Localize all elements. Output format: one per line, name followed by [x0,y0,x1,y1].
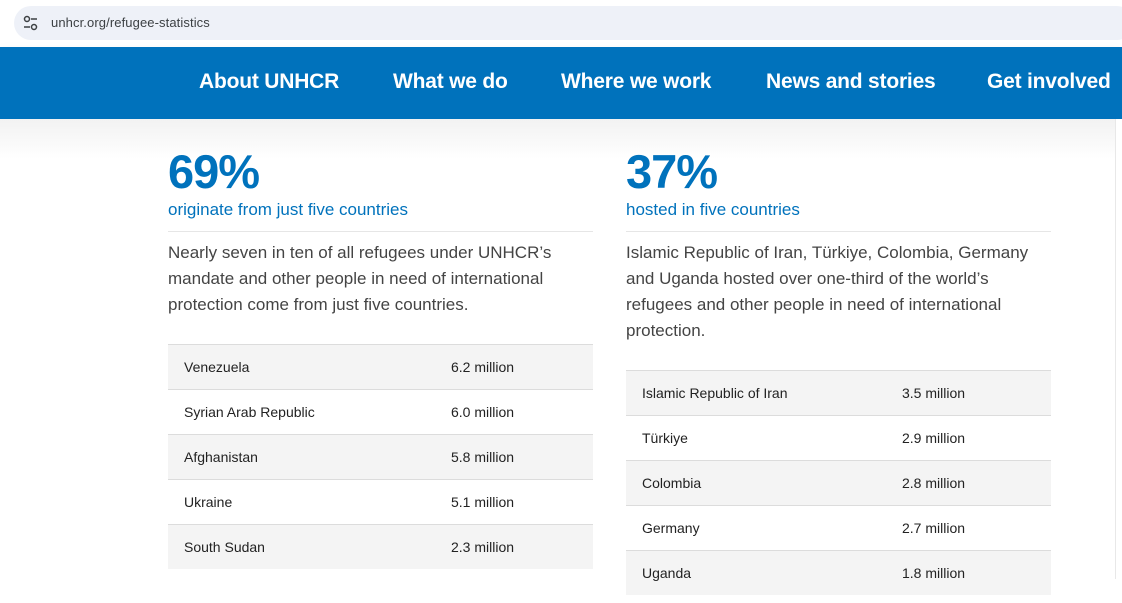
main-navigation: About UNHCR What we do Where we work New… [0,47,1122,119]
country-name: Islamic Republic of Iran [626,370,902,416]
table-row: Germany 2.7 million [626,505,1051,551]
table-row: Syrian Arab Republic 6.0 million [168,389,593,435]
table-row: South Sudan 2.3 million [168,524,593,569]
divider [168,231,593,232]
divider [626,231,1051,232]
origin-stat-section: 69% originate from just five countries N… [168,145,593,318]
table-row: Uganda 1.8 million [626,550,1051,595]
host-stat-section: 37% hosted in five countries Islamic Rep… [626,145,1051,344]
scrollbar[interactable] [1115,119,1122,579]
country-value: 2.9 million [902,415,1051,461]
nav-news-and-stories[interactable]: News and stories [766,70,936,94]
nav-where-we-work[interactable]: Where we work [561,70,711,94]
table-row: Islamic Republic of Iran 3.5 million [626,370,1051,416]
country-name: Syrian Arab Republic [168,389,451,435]
country-value: 3.5 million [902,370,1051,416]
table-row: Ukraine 5.1 million [168,479,593,525]
country-name: Türkiye [626,415,902,461]
country-value: 1.8 million [902,550,1051,595]
country-name: South Sudan [168,524,451,569]
nav-get-involved[interactable]: Get involved [987,70,1111,94]
origin-stat-subtitle: originate from just five countries [168,200,408,219]
browser-address-bar: unhcr.org/refugee-statistics [0,0,1122,47]
host-description: Islamic Republic of Iran, Türkiye, Colom… [626,243,1029,340]
country-value: 5.8 million [451,434,593,480]
country-value: 2.3 million [451,524,593,569]
country-name: Colombia [626,460,902,506]
host-stat-value: 37% [626,145,718,198]
country-name: Ukraine [168,479,451,525]
origin-countries-table: Venezuela 6.2 million Syrian Arab Republ… [168,344,593,569]
nav-what-we-do[interactable]: What we do [393,70,508,94]
country-value: 6.2 million [451,344,593,390]
table-row: Afghanistan 5.8 million [168,434,593,480]
country-name: Germany [626,505,902,551]
country-value: 5.1 million [451,479,593,525]
url-text[interactable]: unhcr.org/refugee-statistics [51,15,210,30]
host-countries-table: Islamic Republic of Iran 3.5 million Tür… [626,370,1051,595]
table-row: Türkiye 2.9 million [626,415,1051,461]
country-name: Afghanistan [168,434,451,480]
host-stat-subtitle: hosted in five countries [626,200,800,219]
origin-description: Nearly seven in ten of all refugees unde… [168,243,552,314]
country-name: Venezuela [168,344,451,390]
origin-stat-value: 69% [168,145,260,198]
country-name: Uganda [626,550,902,595]
nav-about-unhcr[interactable]: About UNHCR [199,70,339,94]
table-row: Venezuela 6.2 million [168,344,593,390]
country-value: 2.7 million [902,505,1051,551]
tune-icon[interactable] [22,15,40,31]
country-value: 2.8 million [902,460,1051,506]
country-value: 6.0 million [451,389,593,435]
table-row: Colombia 2.8 million [626,460,1051,506]
